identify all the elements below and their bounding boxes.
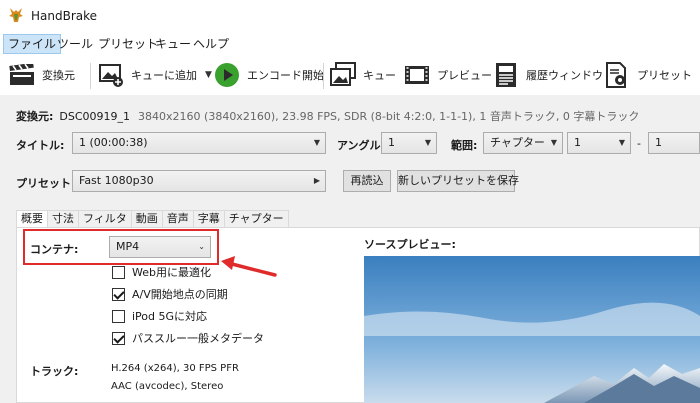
av-sync-label: A/V開始地点の同期	[132, 288, 228, 301]
toolbar-separator	[323, 63, 324, 89]
checkmark-icon[interactable]	[112, 331, 125, 345]
angle-select[interactable]: 1 ▼	[381, 132, 437, 154]
web-optimize-label: Web用に最適化	[132, 266, 211, 279]
window-title: HandBrake	[31, 9, 98, 23]
source-preview-label: ソースプレビュー:	[364, 238, 456, 251]
av-sync-checkbox[interactable]: A/V開始地点の同期	[112, 286, 228, 302]
ipod-support-label: iPod 5Gに対応	[132, 310, 208, 323]
range-start-select[interactable]: 1 ▼	[567, 132, 631, 154]
menu-bar: ファイル ツール プリセット キュー ヘルプ	[0, 33, 700, 55]
activity-log-button[interactable]: 履歴ウィンドウ	[492, 59, 603, 91]
checkbox-box[interactable]	[112, 309, 125, 323]
title-field-label: タイトル:	[16, 139, 65, 152]
tab-subtitles[interactable]: 字幕	[193, 210, 225, 228]
title-bar: HandBrake	[0, 0, 700, 33]
range-dash: -	[637, 137, 641, 150]
clapperboard-icon	[8, 61, 36, 89]
presets-gear-icon	[603, 61, 631, 89]
chevron-down-icon: ▼	[618, 138, 625, 147]
title-select[interactable]: 1 (00:00:38) ▼	[72, 132, 326, 154]
queue-icon	[329, 61, 357, 89]
handbrake-logo-icon	[9, 8, 23, 22]
range-start-value: 1	[574, 136, 581, 149]
preview-button[interactable]: プレビュー	[403, 59, 492, 91]
film-icon	[403, 61, 431, 89]
range-field-label: 範囲:	[451, 139, 478, 152]
dropdown-caret-icon[interactable]: ▼	[205, 70, 212, 80]
queue-button[interactable]: キュー	[329, 59, 396, 91]
presets-button[interactable]: プリセット ▼	[603, 59, 700, 91]
angle-field-label: アングル:	[337, 139, 385, 152]
tracks-field-label: トラック:	[30, 365, 79, 378]
annotation-highlight-box	[23, 229, 219, 265]
audio-track-line: AAC (avcodec), Stereo	[111, 381, 224, 392]
menu-help[interactable]: ヘルプ	[189, 34, 233, 54]
tab-filters[interactable]: フィルタ	[79, 210, 132, 228]
activity-log-icon	[492, 61, 520, 89]
source-file-name: DSC00919_1	[59, 110, 131, 123]
source-label: 変換元	[42, 69, 75, 82]
video-track-line: H.264 (x264), 30 FPS PFR	[111, 363, 239, 374]
tab-audio[interactable]: 音声	[162, 210, 194, 228]
start-encode-button[interactable]: エンコード開始	[213, 59, 324, 91]
preview-label: プレビュー	[437, 69, 492, 82]
preset-select-value: Fast 1080p30	[79, 174, 154, 187]
toolbar-separator	[90, 63, 91, 89]
reload-preset-button[interactable]: 再読込	[343, 170, 391, 192]
source-field-label: 変換元:	[16, 110, 54, 123]
mountain-landscape-image	[364, 256, 700, 403]
preset-select[interactable]: Fast 1080p30 ▶	[72, 170, 326, 192]
source-details: 3840x2160 (3840x2160), 23.98 FPS, SDR (8…	[138, 110, 640, 123]
range-end-select[interactable]: 1	[648, 132, 700, 154]
save-new-preset-button[interactable]: 新しいプリセットを保存	[397, 170, 519, 192]
presets-label: プリセット	[637, 69, 692, 82]
annotation-arrow-icon	[221, 256, 277, 277]
tab-video[interactable]: 動画	[131, 210, 163, 228]
tab-chapters[interactable]: チャプター	[224, 210, 289, 228]
queue-label: キュー	[363, 69, 396, 82]
checkmark-icon[interactable]	[112, 287, 125, 301]
chevron-down-icon: ▼	[550, 138, 557, 147]
source-preview-image	[364, 256, 700, 403]
source-button[interactable]: 変換元	[8, 59, 75, 91]
chevron-down-icon: ▼	[313, 138, 320, 147]
checkbox-box[interactable]	[112, 265, 125, 279]
play-icon	[213, 61, 241, 89]
add-to-queue-label: キューに追加	[131, 69, 197, 82]
range-end-value: 1	[655, 136, 662, 149]
tab-dimensions[interactable]: 寸法	[48, 210, 79, 228]
add-picture-icon	[97, 61, 125, 89]
source-info-row: 変換元: DSC00919_1 3840x2160 (3840x2160), 23.…	[16, 108, 639, 124]
preset-field-label: プリセット:	[16, 177, 76, 190]
chevron-right-icon: ▶	[313, 176, 320, 185]
chevron-down-icon: ▼	[424, 138, 431, 147]
ipod-support-checkbox[interactable]: iPod 5Gに対応	[112, 308, 207, 324]
angle-select-value: 1	[388, 136, 395, 149]
settings-tabs: 概要 寸法 フィルタ 動画 音声 字幕 チャプター	[16, 210, 289, 229]
range-mode-value: チャプター	[490, 136, 545, 149]
passthru-metadata-checkbox[interactable]: パススルー一般メタデータ	[112, 330, 264, 346]
passthru-metadata-label: パススルー一般メタデータ	[132, 332, 264, 345]
activity-log-label: 履歴ウィンドウ	[526, 69, 603, 82]
toolbar: 変換元 キューに追加 ▼ エンコード開始 キュー プレビュー 履歴ウィンドウ プ…	[0, 55, 700, 95]
web-optimize-checkbox[interactable]: Web用に最適化	[112, 264, 211, 280]
range-mode-select[interactable]: チャプター ▼	[483, 132, 563, 154]
title-select-value: 1 (00:00:38)	[79, 136, 148, 149]
start-encode-label: エンコード開始	[247, 69, 324, 82]
add-to-queue-button[interactable]: キューに追加 ▼	[97, 59, 212, 91]
menu-tools[interactable]: ツール	[53, 34, 97, 54]
